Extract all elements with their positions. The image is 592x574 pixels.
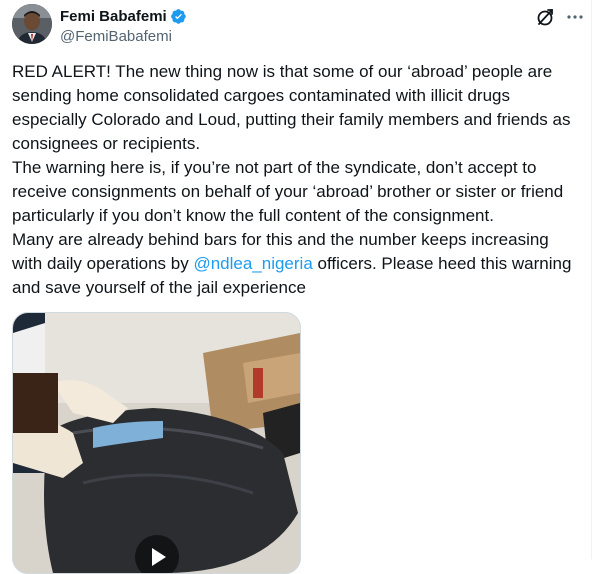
video-thumbnail[interactable]: [12, 312, 301, 574]
tweet-text: RED ALERT! The new thing now is that som…: [12, 60, 582, 300]
author-names: Femi Babafemi @FemiBabafemi: [60, 6, 187, 45]
verified-badge-icon: [170, 8, 186, 24]
avatar[interactable]: [12, 4, 52, 44]
name-row: Femi Babafemi: [60, 6, 187, 26]
more-icon[interactable]: [564, 6, 586, 28]
grok-icon[interactable]: [534, 6, 556, 28]
tweet-text-part-1: RED ALERT! The new thing now is that som…: [12, 62, 571, 273]
mention-link[interactable]: @ndlea_nigeria: [193, 254, 312, 273]
tweet-header: Femi Babafemi @FemiBabafemi: [12, 4, 583, 48]
play-icon[interactable]: [135, 535, 179, 573]
author-handle[interactable]: @FemiBabafemi: [60, 28, 187, 45]
display-name[interactable]: Femi Babafemi: [60, 8, 167, 25]
